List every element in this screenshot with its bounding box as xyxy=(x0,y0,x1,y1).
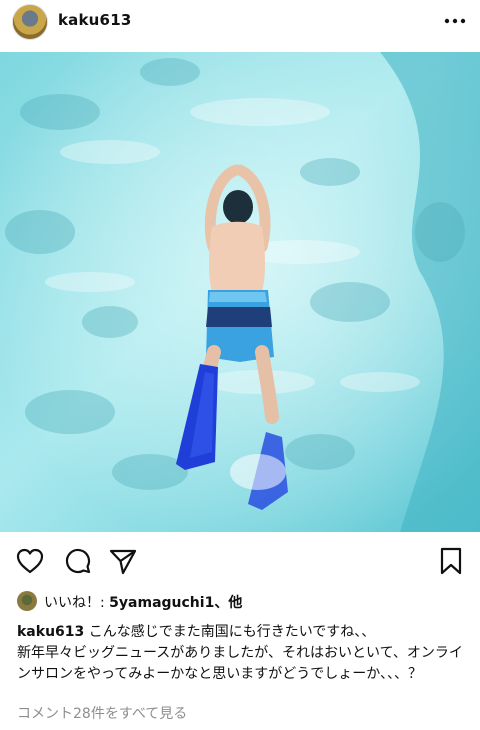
likes-summary[interactable]: いいね！: 5yamaguchi1、他 xyxy=(44,592,242,612)
post-header: kaku613 xyxy=(0,0,480,52)
action-bar xyxy=(0,540,480,580)
liker-avatar[interactable] xyxy=(17,591,37,611)
caption-username[interactable]: kaku613 xyxy=(17,624,84,640)
heart-icon[interactable] xyxy=(15,546,45,576)
post-photo[interactable] xyxy=(0,52,480,532)
post-caption: kaku613 こんな感じでまた南国にも行きたいですね、、 新年早々ビッグニュー… xyxy=(17,622,469,685)
more-horizontal-icon[interactable] xyxy=(440,10,470,32)
comment-icon[interactable] xyxy=(62,546,92,576)
avatar[interactable] xyxy=(12,4,48,40)
view-all-comments-link[interactable]: コメント28件をすべて見る xyxy=(17,703,187,723)
bookmark-icon[interactable] xyxy=(436,546,466,576)
caption-text: こんな感じでまた南国にも行きたいですね、、 新年早々ビッグニュースがありましたが… xyxy=(17,624,463,682)
post-username[interactable]: kaku613 xyxy=(58,11,131,29)
likes-user[interactable]: 5yamaguchi1 xyxy=(109,595,214,611)
likes-prefix: いいね！: xyxy=(44,595,110,611)
likes-row: いいね！: 5yamaguchi1、他 xyxy=(0,588,480,614)
likes-suffix[interactable]: 、他 xyxy=(214,595,242,611)
share-icon[interactable] xyxy=(108,546,138,576)
